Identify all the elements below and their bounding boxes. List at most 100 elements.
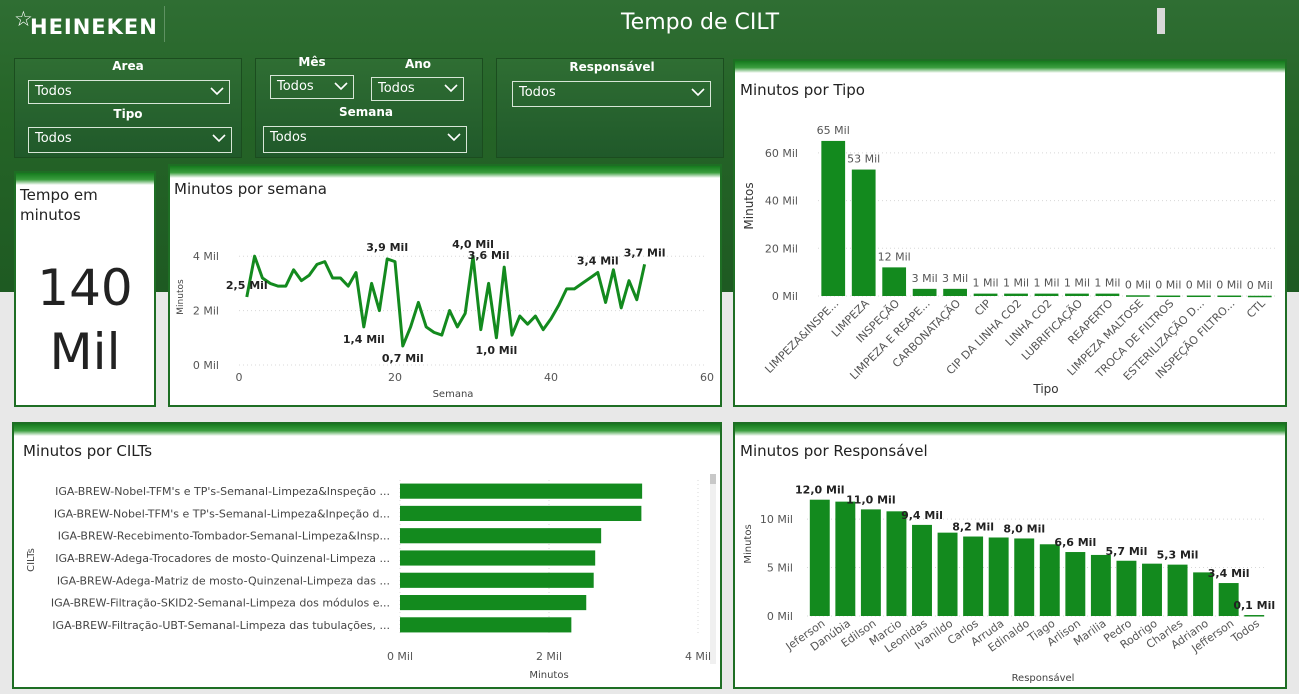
x-axis-title: Tipo [1032,382,1058,396]
bar [1167,564,1188,616]
x-axis-title: Minutos [529,670,568,681]
bar [835,501,856,616]
bar [1217,295,1242,298]
bar [1244,615,1265,617]
bar [1247,295,1272,298]
y-tick-label: 2 Mil [193,305,219,318]
y-tick-label: 4 Mil [193,250,219,263]
chevron-down-icon [691,88,705,97]
bar [809,499,830,616]
y-axis-title: Minutos [742,182,756,229]
header-divider [164,6,165,42]
y-tick-label: 20 Mil [765,242,798,255]
y-tick-label: IGA-BREW-Filtração-SKID2-Semanal-Limpeza… [51,597,390,610]
data-label: 1,0 Mil [475,344,517,357]
x-tick-label: 0 Mil [387,650,413,663]
chevron-down-icon [447,133,461,142]
card-minutos-tipo: Minutos por Tipo 0 Mil 20 Mil 40 Mil 60 Mil… [733,59,1287,407]
kpi-value-line1: 140 [37,259,133,317]
bar [821,140,846,296]
tipo-dropdown[interactable]: Todos [28,127,232,153]
x-tick-label: 4 Mil [685,650,711,663]
x-tick-label: 2 Mil [536,650,562,663]
x-tick-label: LIMPEZA&INSPE... [762,297,841,376]
bar [1039,544,1060,616]
y-tick-label: IGA-BREW-Adega-Matriz de mosto-Quinzenal… [57,574,390,587]
area-dropdown-value: Todos [35,84,72,99]
y-tick-label: IGA-BREW-Nobel-TFM's e TP's-Semanal-Limp… [54,507,390,520]
bar [1034,293,1059,296]
mes-dropdown[interactable]: Todos [270,75,354,99]
x-tick-label: CTL [1244,296,1268,320]
bar [400,505,642,522]
bar [882,267,907,296]
bar-data-label: 1 Mil [1094,277,1120,290]
bar-data-label: 12 Mil [878,250,911,263]
bar [400,528,602,544]
data-label: 1,4 Mil [343,333,385,346]
data-label: 3,4 Mil [577,255,619,268]
semana-label: Semana [338,105,394,119]
y-axis-title: CILTs [26,548,37,572]
y-tick-label: IGA-BREW-Recebimento-Tombador-Semanal-Li… [58,530,390,543]
bar [1014,538,1035,616]
responsavel-dropdown-value: Todos [519,85,556,100]
bar-chart-cilts[interactable]: 0 Mil 2 Mil 4 Mil IGA-BREW-Nobel-TFM's e TP… [14,424,720,687]
x-tick-label: 0 [236,371,243,384]
bar-data-label: 11,0 Mil [846,493,895,506]
card-minutos-responsavel: Minutos por Responsável 0 Mil 5 Mil 10 Mil… [733,422,1287,689]
data-label: 3,9 Mil [366,241,408,254]
bar-data-label: 5,7 Mil [1106,545,1148,558]
bar [1065,552,1086,616]
bar-data-label: 1 Mil [1003,277,1029,290]
chevron-down-icon [334,82,348,91]
mes-label: Mês [298,55,326,69]
bar [1095,293,1120,296]
chevron-down-icon [210,87,224,96]
semana-dropdown[interactable]: Todos [263,126,467,153]
ano-label: Ano [404,57,432,71]
bar-data-label: 8,0 Mil [1003,522,1045,535]
tipo-label: Tipo [113,107,143,121]
bar [912,288,937,296]
bar [400,617,572,633]
bar [973,293,998,296]
y-tick-label: 10 Mil [760,513,793,526]
bar-data-label: 1 Mil [1033,277,1059,290]
x-tick-label: 60 [700,371,714,384]
responsavel-dropdown[interactable]: Todos [512,81,711,107]
card-minutos-cilts: Minutos por CILTs 0 Mil 2 Mil 4 Mil IGA-BRE… [12,422,722,689]
bar [1186,295,1211,298]
bar [1156,295,1181,298]
bar-chart-responsavel[interactable]: 0 Mil5 Mil10 Mil12,0 MilJefersonDanúbia1… [735,424,1285,687]
mes-dropdown-value: Todos [277,79,314,94]
y-tick-label: 40 Mil [765,195,798,208]
line-chart-semana[interactable]: 0 Mil 2 Mil 4 Mil 0 20 40 60 Semana Minutos 2,5 M… [170,166,720,405]
card-minutos-semana: Minutos por semana 0 Mil 2 Mil 4 Mil 0 20 40 6… [168,164,722,407]
bar-data-label: 9,4 Mil [901,509,943,522]
bar-data-label: 65 Mil [817,124,850,137]
semana-dropdown-value: Todos [270,130,307,145]
slicer-area-tipo: Area Todos Tipo Todos [14,58,242,158]
bar [1090,554,1111,616]
x-axis-title: Semana [433,389,474,400]
bar-data-label: 0,1 Mil [1233,599,1275,612]
data-label: 2,5 Mil [226,279,268,292]
x-tick-label: Todos [1228,617,1262,646]
bar [860,509,881,616]
card-header-bar [16,173,154,185]
responsavel-label: Responsável [569,60,655,74]
y-tick-label: 0 Mil [772,290,798,303]
bar [1142,563,1162,616]
y-tick-label: 0 Mil [193,359,219,372]
scroll-handle[interactable] [1157,8,1165,34]
ano-dropdown[interactable]: Todos [371,77,464,101]
page-title: Tempo de CILT [620,10,780,35]
bar-chart-tipo[interactable]: 0 Mil 20 Mil 40 Mil 60 Mil 65 Mil LIMPEZA&INS… [735,61,1285,405]
bar [937,532,958,616]
bar-data-label: 1 Mil [1064,277,1090,290]
tipo-dropdown-value: Todos [35,131,72,146]
y-tick-label: IGA-BREW-Nobel-TFM's e TP's-Semanal-Limp… [55,485,390,498]
area-dropdown[interactable]: Todos [28,80,230,104]
bar-data-label: 8,2 Mil [952,521,994,534]
